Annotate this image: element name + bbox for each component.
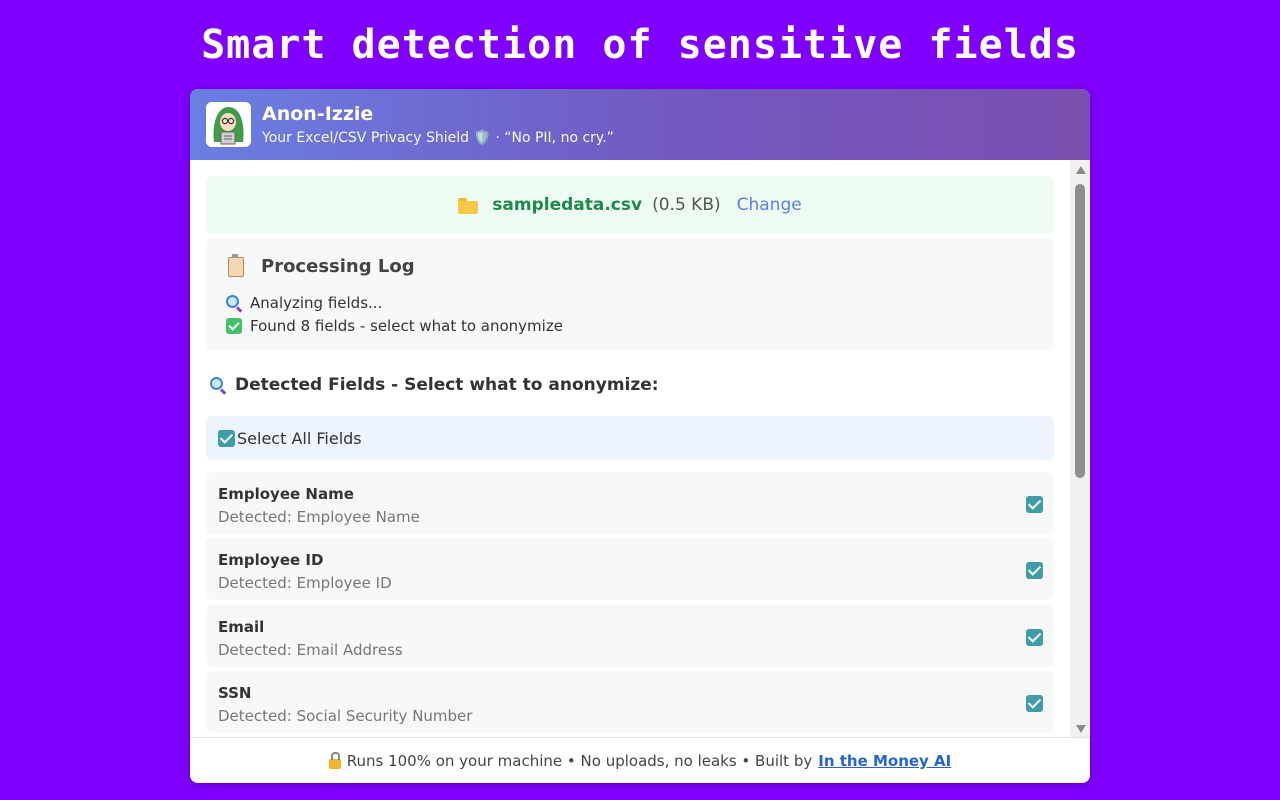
- log-line-text: Analyzing fields...: [250, 294, 383, 312]
- app-logo-icon: [206, 102, 251, 147]
- scroll-up-arrow-icon[interactable]: [1076, 166, 1086, 174]
- select-all-checkbox[interactable]: [218, 429, 235, 447]
- field-checkbox[interactable]: [1026, 695, 1043, 712]
- field-name: Employee Name: [218, 485, 354, 503]
- select-all-label: Select All Fields: [237, 428, 362, 448]
- detected-fields-heading: Detected Fields - Select what to anonymi…: [210, 375, 659, 395]
- footer-text: Runs 100% on your machine • No uploads, …: [346, 752, 813, 770]
- app-title: Anon-Izzie: [262, 103, 374, 125]
- extension-panel: Anon-Izzie Your Excel/CSV Privacy Shield…: [190, 89, 1090, 783]
- field-row[interactable]: Employee Name Detected: Employee Name: [206, 472, 1054, 534]
- footer-link[interactable]: In the Money AI: [818, 752, 951, 770]
- field-name: SSN: [218, 684, 252, 702]
- log-title: Processing Log: [261, 256, 415, 277]
- clipboard-icon: [228, 254, 244, 277]
- processing-log: Processing Log Analyzing fields... Found…: [206, 238, 1054, 350]
- app-subtitle: Your Excel/CSV Privacy Shield 🛡️ · “No P…: [262, 130, 614, 146]
- log-line-text: Found 8 fields - select what to anonymiz…: [250, 317, 563, 335]
- field-detected-type: Detected: Email Address: [218, 641, 403, 659]
- log-line: Found 8 fields - select what to anonymiz…: [226, 317, 563, 335]
- footer: Runs 100% on your machine • No uploads, …: [190, 737, 1090, 783]
- file-info-box: sampledata.csv (0.5 KB) Change: [206, 176, 1054, 234]
- file-size: (0.5 KB): [652, 195, 721, 215]
- field-name: Employee ID: [218, 551, 324, 569]
- vertical-scrollbar[interactable]: [1070, 160, 1090, 737]
- scroll-down-arrow-icon[interactable]: [1076, 725, 1086, 733]
- field-detected-type: Detected: Employee Name: [218, 508, 420, 526]
- page-headline: Smart detection of sensitive fields: [201, 22, 1079, 68]
- lock-icon: [328, 751, 341, 769]
- magnifier-icon: [210, 377, 226, 393]
- field-detected-type: Detected: Social Security Number: [218, 707, 473, 725]
- field-name: Email: [218, 618, 265, 636]
- select-all-row[interactable]: Select All Fields: [206, 416, 1054, 460]
- check-mark-icon: [226, 318, 242, 334]
- field-row[interactable]: Email Detected: Email Address: [206, 605, 1054, 667]
- app-header: Anon-Izzie Your Excel/CSV Privacy Shield…: [190, 89, 1090, 160]
- field-detected-type: Detected: Employee ID: [218, 574, 392, 592]
- field-checkbox[interactable]: [1026, 629, 1043, 646]
- change-file-link[interactable]: Change: [737, 195, 802, 215]
- scrollbar-thumb[interactable]: [1075, 184, 1085, 478]
- field-row[interactable]: SSN Detected: Social Security Number: [206, 671, 1054, 733]
- main-content: sampledata.csv (0.5 KB) Change Processin…: [190, 160, 1070, 737]
- field-row[interactable]: Employee ID Detected: Employee ID: [206, 538, 1054, 600]
- log-line: Analyzing fields...: [226, 294, 382, 312]
- field-checkbox[interactable]: [1026, 496, 1043, 513]
- field-checkbox[interactable]: [1026, 562, 1043, 579]
- magnifier-icon: [226, 295, 242, 311]
- folder-icon: [458, 197, 479, 214]
- detected-fields-title: Detected Fields - Select what to anonymi…: [235, 375, 659, 395]
- file-name: sampledata.csv: [492, 195, 643, 215]
